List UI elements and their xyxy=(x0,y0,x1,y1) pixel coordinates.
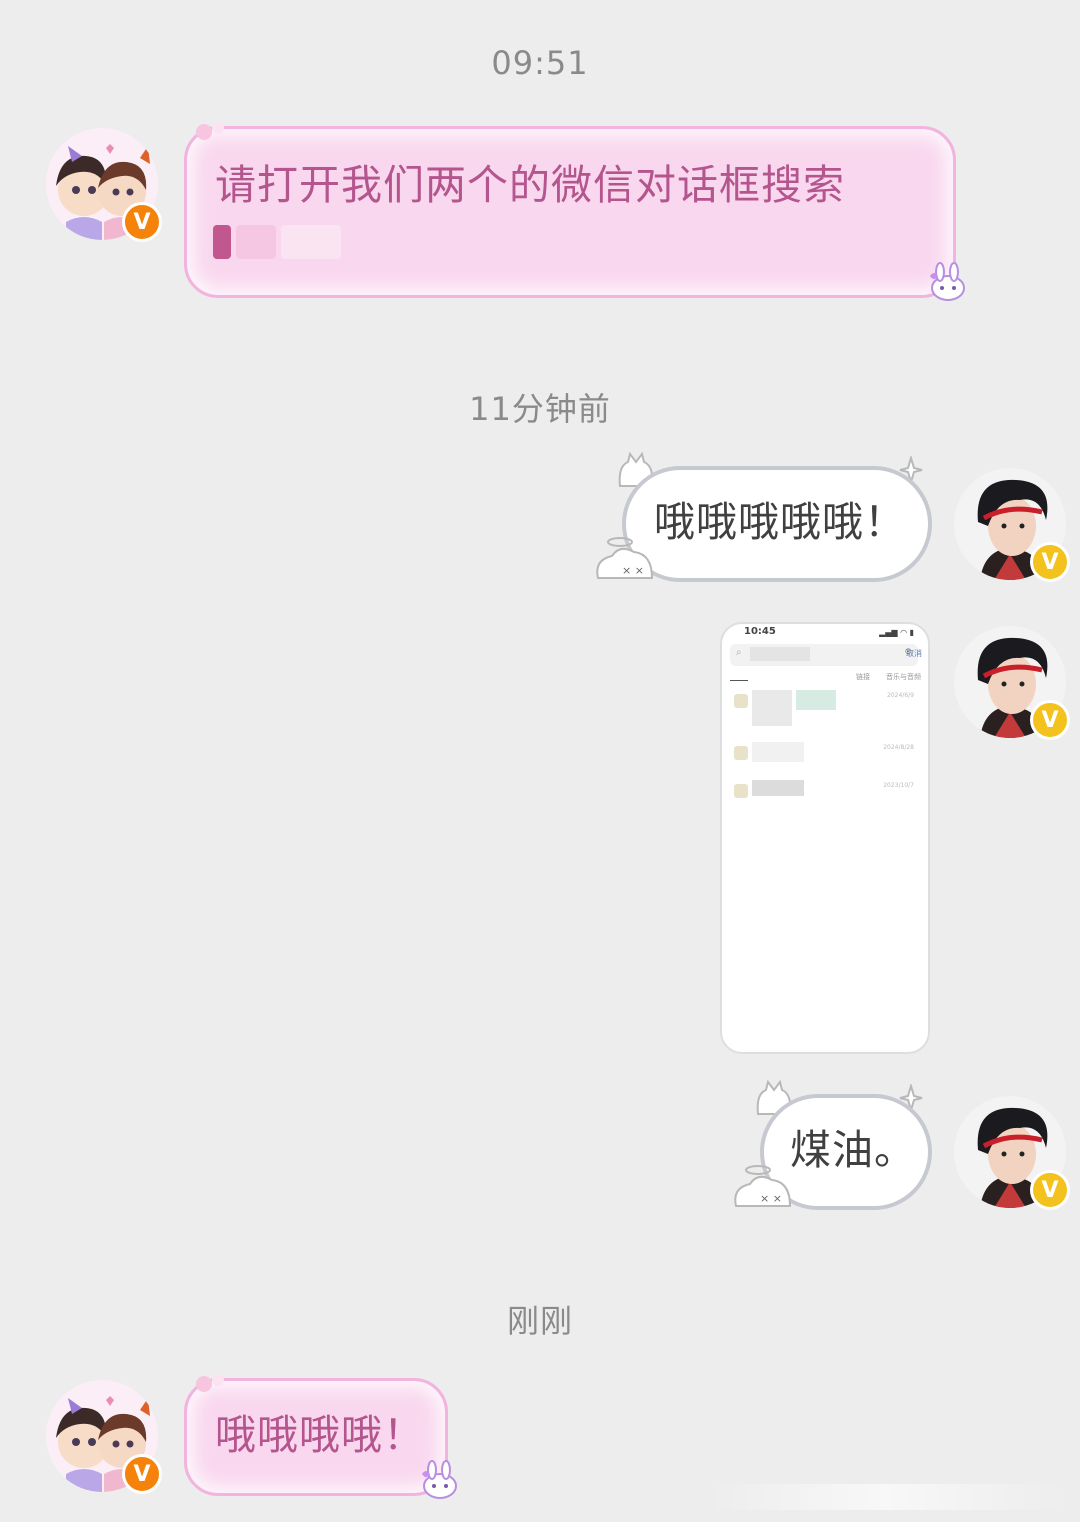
tab-all xyxy=(730,672,748,681)
tab-links: 链接 xyxy=(856,673,870,681)
watermark-blur xyxy=(706,1484,1066,1510)
filter-tabs: 链接 音乐与音频 xyxy=(730,672,926,681)
blurred-block xyxy=(752,742,804,762)
message-text: 哦哦哦哦！ xyxy=(215,1411,425,1459)
result-row: 2024/6/9 xyxy=(730,690,920,726)
avatar-self[interactable]: V xyxy=(954,626,1070,740)
ghost-sticker-icon: × × xyxy=(596,537,654,579)
bunny-sticker-icon xyxy=(930,262,965,301)
message-text: 请打开我们两个的微信对话框搜索 xyxy=(215,161,845,209)
message-bubble-self[interactable]: 哦哦哦哦哦！ xyxy=(622,466,932,582)
verified-badge-icon: V xyxy=(122,202,162,242)
result-row: 2023/10/7 xyxy=(730,780,920,810)
blurred-block xyxy=(752,780,804,796)
svg-text:× ×: × × xyxy=(760,1192,782,1205)
bunny-sticker-icon xyxy=(422,1460,457,1499)
result-row: 2024/8/28 xyxy=(730,742,920,772)
cancel-label: 取消 xyxy=(906,649,922,658)
ghost-sticker-icon: × × xyxy=(734,1165,792,1207)
tab-music: 音乐与音频 xyxy=(886,673,921,681)
verified-badge-icon: V xyxy=(1030,700,1070,740)
status-icons: ▂▄▆ ◠ ▮ xyxy=(879,628,914,637)
svg-text:× ×: × × xyxy=(622,564,644,577)
search-icon: ⌕ xyxy=(736,647,742,658)
result-date: 2024/6/9 xyxy=(887,692,914,699)
blurred-query xyxy=(750,647,810,661)
search-box: ⌕ ⊗ xyxy=(730,644,918,666)
message-text: 煤油。 xyxy=(790,1126,916,1174)
flower-sticker-icon xyxy=(196,1374,224,1392)
blurred-block xyxy=(796,690,836,710)
result-icon xyxy=(734,784,748,798)
message-text: 哦哦哦哦哦！ xyxy=(654,498,906,546)
message-bubble-other[interactable]: 请打开我们两个的微信对话框搜索 xyxy=(184,126,956,298)
status-time: 10:45 xyxy=(744,626,776,637)
result-icon xyxy=(734,746,748,760)
timestamp: 刚刚 xyxy=(506,1302,573,1340)
avatar-self[interactable]: V xyxy=(954,1096,1070,1210)
verified-badge-icon: V xyxy=(122,1454,162,1494)
verified-badge-icon: V xyxy=(1030,542,1070,582)
avatar-other[interactable]: V xyxy=(46,128,162,242)
blurred-text xyxy=(213,225,353,263)
result-icon xyxy=(734,694,748,708)
blurred-block xyxy=(752,690,792,726)
flower-sticker-icon xyxy=(196,122,224,140)
result-date: 2023/10/7 xyxy=(883,782,914,789)
avatar-self[interactable]: V xyxy=(954,468,1070,582)
avatar-other[interactable]: V xyxy=(46,1380,162,1494)
timestamp: 11分钟前 xyxy=(469,390,611,428)
screenshot-image[interactable]: 10:45 ▂▄▆ ◠ ▮ ⌕ ⊗ 取消 链接 音乐与音频 2024/6/9 2… xyxy=(720,622,930,1054)
result-date: 2024/8/28 xyxy=(883,744,914,751)
verified-badge-icon: V xyxy=(1030,1170,1070,1210)
timestamp: 09:51 xyxy=(491,44,589,82)
